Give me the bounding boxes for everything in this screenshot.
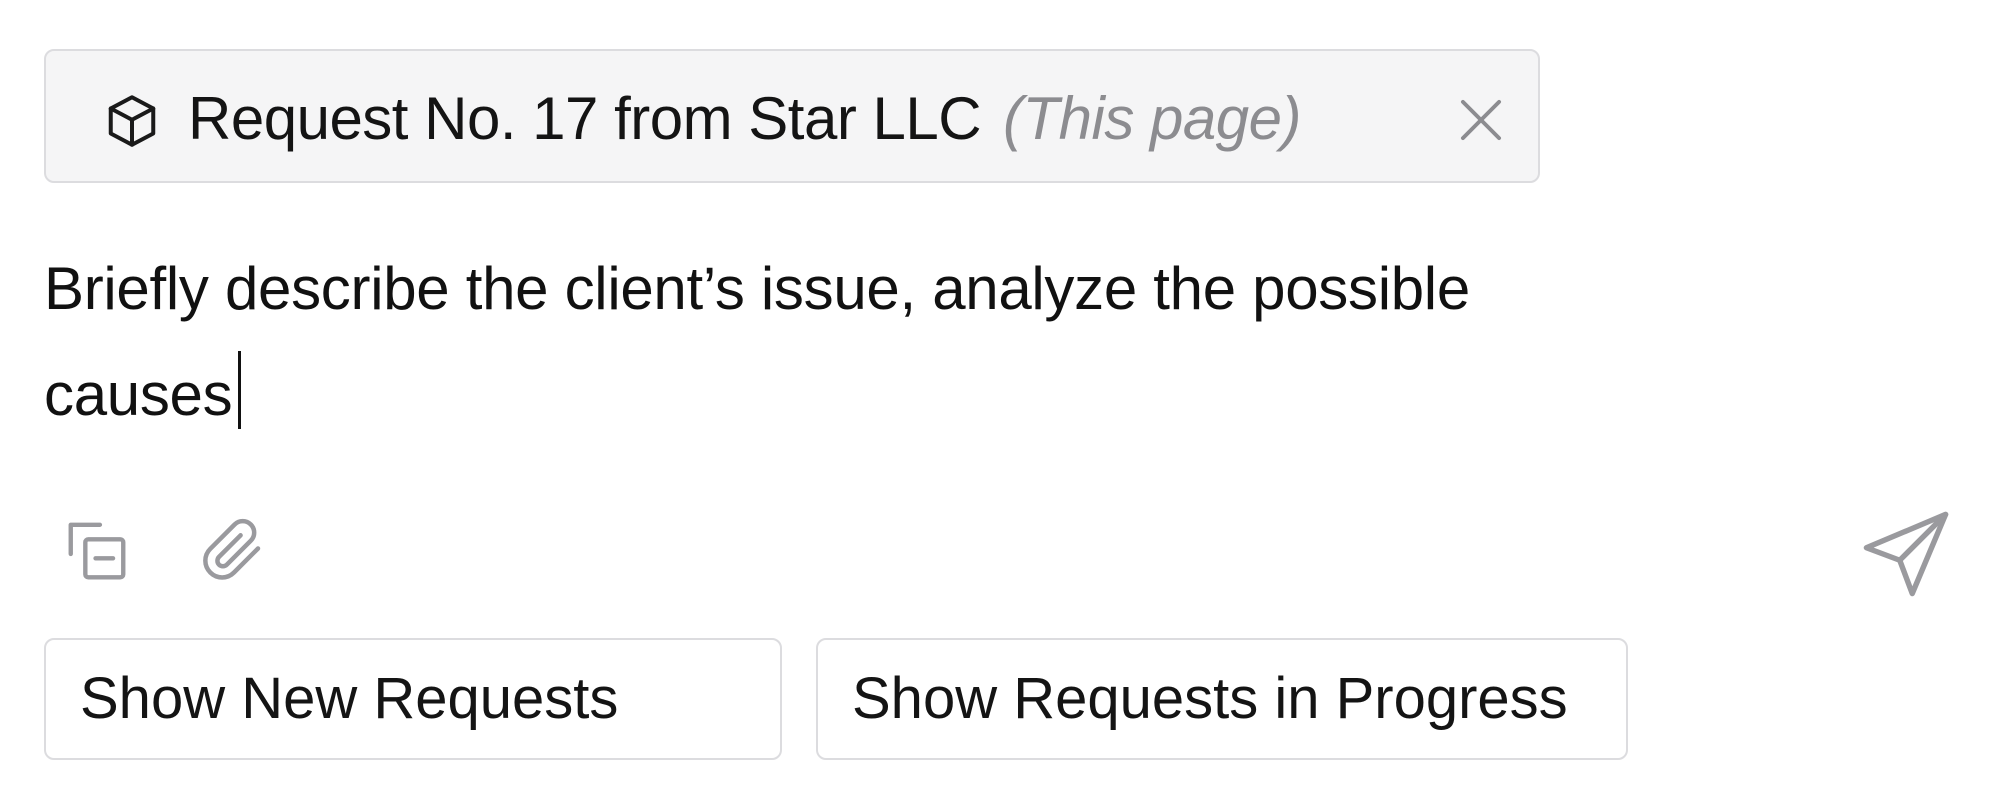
add-context-icon[interactable]	[62, 516, 132, 586]
close-icon[interactable]	[1450, 89, 1512, 151]
cube-icon	[108, 95, 156, 147]
context-chip-title: Request No. 17 from Star LLC	[188, 85, 982, 152]
paperclip-icon[interactable]	[198, 514, 270, 586]
show-requests-in-progress-button[interactable]: Show Requests in Progress	[816, 638, 1628, 760]
send-icon[interactable]	[1856, 504, 1956, 604]
context-chip-label: Request No. 17 from Star LLC (This page)	[188, 77, 1302, 161]
context-chip-note: (This page)	[1003, 85, 1302, 152]
context-chip: Request No. 17 from Star LLC (This page)	[44, 49, 1540, 183]
prompt-input-text: Briefly describe the client’s issue, ana…	[44, 255, 1470, 428]
prompt-input[interactable]: Briefly describe the client’s issue, ana…	[44, 236, 1604, 448]
text-caret	[238, 351, 242, 429]
show-new-requests-button[interactable]: Show New Requests	[44, 638, 782, 760]
